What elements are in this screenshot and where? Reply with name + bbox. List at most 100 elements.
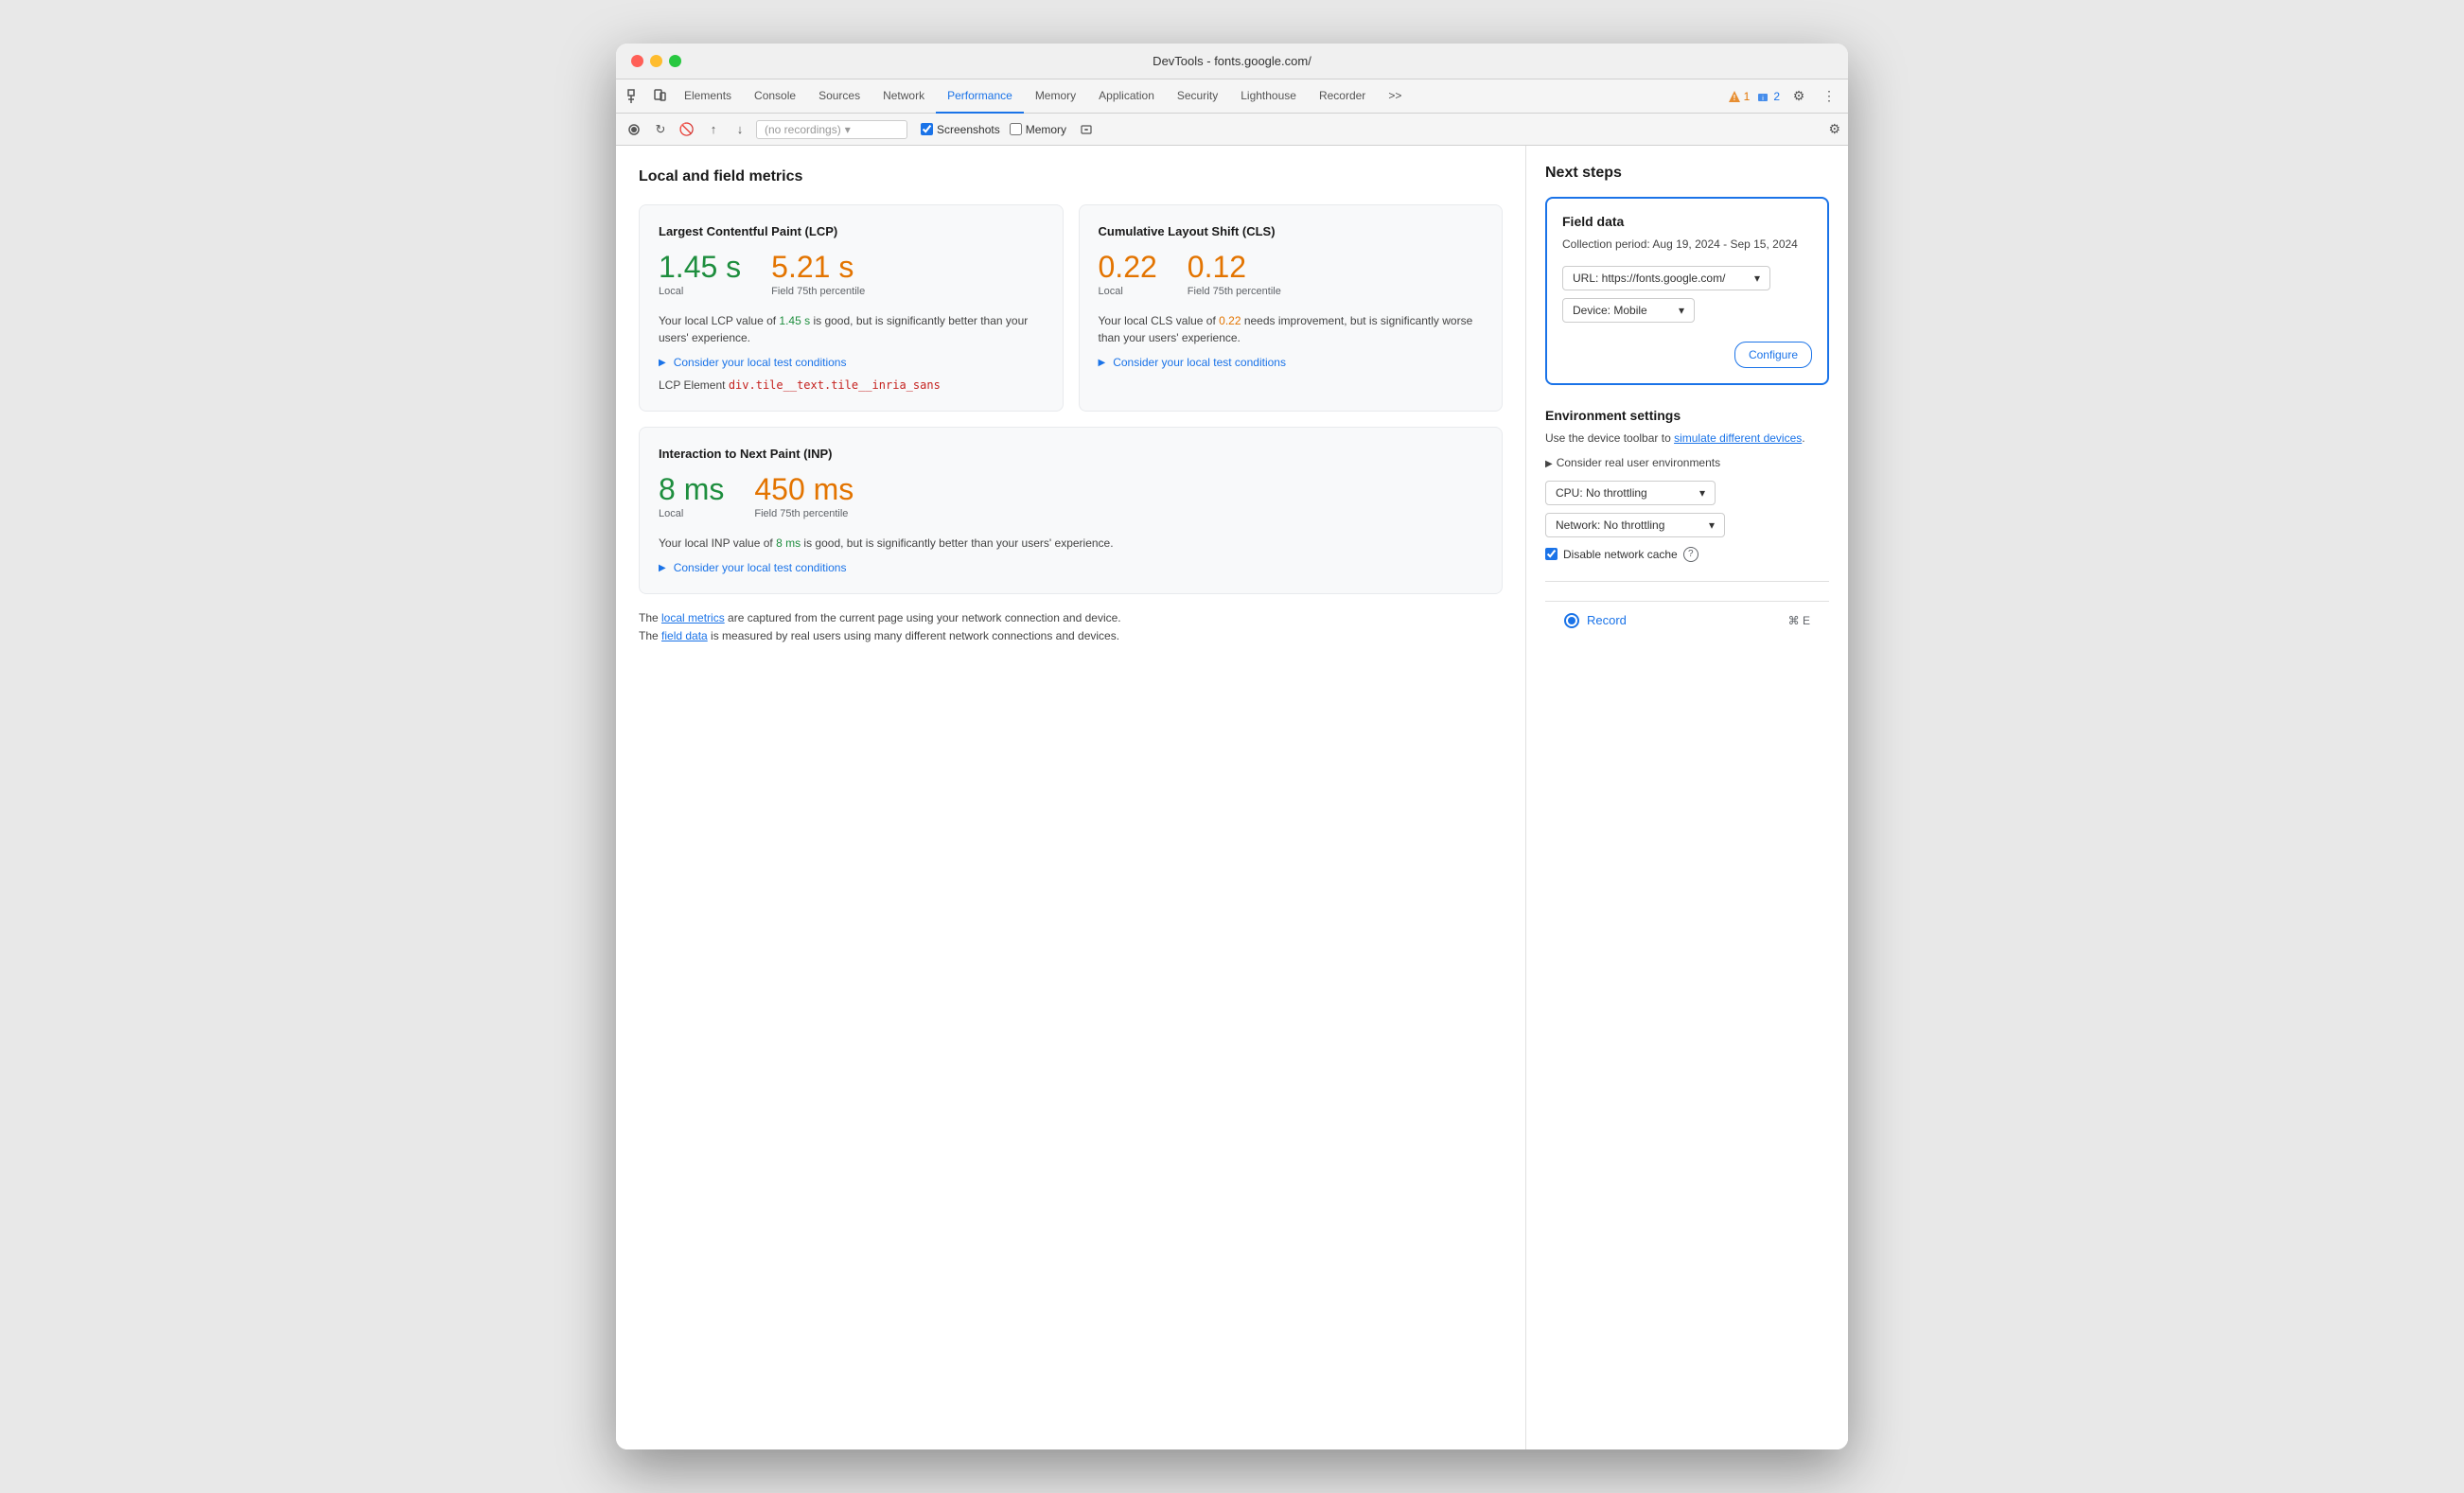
cls-local-label: Local — [1099, 286, 1157, 297]
upload-btn[interactable]: ↑ — [703, 119, 724, 140]
inp-local-label: Local — [659, 508, 724, 519]
cls-card: Cumulative Layout Shift (CLS) 0.22 Local… — [1079, 204, 1504, 412]
tab-console[interactable]: Console — [743, 79, 807, 114]
inp-field-group: 450 ms Field 75th percentile — [754, 474, 854, 519]
tab-network[interactable]: Network — [871, 79, 936, 114]
tab-application[interactable]: Application — [1087, 79, 1166, 114]
disable-cache-row: Disable network cache ? — [1545, 547, 1829, 562]
lcp-description: Your local LCP value of 1.45 s is good, … — [659, 312, 1044, 346]
footer-line2: The field data is measured by real users… — [639, 627, 1503, 645]
minimize-button[interactable] — [650, 55, 662, 67]
metrics-grid: Largest Contentful Paint (LCP) 1.45 s Lo… — [639, 204, 1503, 412]
record-circle-icon — [1564, 613, 1579, 628]
cpu-throttle-icon[interactable] — [1076, 119, 1097, 140]
record-inner-dot — [1568, 617, 1575, 624]
recording-dropdown[interactable]: (no recordings) ▾ — [756, 120, 907, 139]
configure-button[interactable]: Configure — [1734, 342, 1812, 368]
lcp-local-group: 1.45 s Local — [659, 252, 741, 297]
performance-toolbar: ↻ 🚫 ↑ ↓ (no recordings) ▾ Screenshots Me… — [616, 114, 1848, 146]
lcp-field-value: 5.21 s — [771, 252, 865, 282]
left-panel: Local and field metrics Largest Contentf… — [616, 146, 1526, 1449]
collection-period: Collection period: Aug 19, 2024 - Sep 15… — [1562, 237, 1812, 253]
nav-tabs: Elements Console Sources Network Perform… — [673, 79, 1726, 114]
configure-btn-row: Configure — [1562, 330, 1812, 368]
download-btn[interactable]: ↓ — [730, 119, 750, 140]
tab-security[interactable]: Security — [1166, 79, 1229, 114]
field-data-link[interactable]: field data — [661, 629, 708, 642]
inp-consider-link[interactable]: ▶Consider your local test conditions — [659, 561, 1483, 574]
help-icon[interactable]: ? — [1683, 547, 1698, 562]
cls-field-label: Field 75th percentile — [1188, 286, 1281, 297]
screenshots-checkbox-label[interactable]: Screenshots — [921, 123, 1000, 136]
record-bar: Record ⌘ E — [1545, 601, 1829, 640]
tab-lighthouse[interactable]: Lighthouse — [1229, 79, 1308, 114]
reload-btn[interactable]: ↻ — [650, 119, 671, 140]
close-button[interactable] — [631, 55, 643, 67]
inp-card: Interaction to Next Paint (INP) 8 ms Loc… — [639, 427, 1503, 594]
titlebar: DevTools - fonts.google.com/ — [616, 44, 1848, 79]
cls-field-value: 0.12 — [1188, 252, 1281, 282]
field-data-card: Field data Collection period: Aug 19, 20… — [1545, 197, 1829, 385]
local-metrics-link[interactable]: local metrics — [661, 611, 725, 624]
inspect-icon[interactable] — [624, 85, 646, 108]
tab-overflow[interactable]: >> — [1377, 79, 1413, 114]
record-shortcut: ⌘ E — [1788, 614, 1810, 627]
warning-badge[interactable]: ! 1 — [1728, 90, 1751, 103]
tab-elements[interactable]: Elements — [673, 79, 743, 114]
environment-settings: Environment settings Use the device tool… — [1545, 408, 1829, 562]
cls-title: Cumulative Layout Shift (CLS) — [1099, 224, 1484, 238]
main-content: Local and field metrics Largest Contentf… — [616, 146, 1848, 1449]
inp-description: Your local INP value of 8 ms is good, bu… — [659, 535, 1483, 552]
cls-consider-link[interactable]: ▶Consider your local test conditions — [1099, 356, 1484, 369]
devtools-navbar: Elements Console Sources Network Perform… — [616, 79, 1848, 114]
env-title: Environment settings — [1545, 408, 1829, 423]
right-panel: Next steps Field data Collection period:… — [1526, 146, 1848, 1449]
devtools-window: DevTools - fonts.google.com/ Elements Co… — [616, 44, 1848, 1449]
env-description: Use the device toolbar to simulate diffe… — [1545, 430, 1829, 447]
lcp-element-value: div.tile__text.tile__inria_sans — [729, 378, 941, 392]
next-steps-title: Next steps — [1545, 165, 1829, 182]
maximize-button[interactable] — [669, 55, 681, 67]
network-dropdown[interactable]: Network: No throttling ▾ — [1545, 513, 1725, 537]
nav-right-controls: ! 1 i 2 ⚙ ⋮ — [1728, 85, 1840, 108]
simulate-devices-link[interactable]: simulate different devices — [1674, 431, 1802, 445]
page-title: Local and field metrics — [639, 168, 1503, 185]
lcp-consider-link[interactable]: ▶Consider your local test conditions — [659, 356, 1044, 369]
network-dropdown-row: Network: No throttling ▾ — [1545, 513, 1829, 537]
url-dropdown-row: URL: https://fonts.google.com/ ▾ — [1562, 266, 1812, 290]
clear-btn[interactable]: 🚫 — [677, 119, 697, 140]
lcp-field-group: 5.21 s Field 75th percentile — [771, 252, 865, 297]
info-badge[interactable]: i 2 — [1757, 90, 1780, 103]
device-dropdown[interactable]: Device: Mobile ▾ — [1562, 298, 1695, 323]
disable-cache-checkbox[interactable] — [1545, 548, 1558, 560]
device-icon[interactable] — [648, 85, 671, 108]
cpu-dropdown-row: CPU: No throttling ▾ — [1545, 481, 1829, 505]
lcp-values: 1.45 s Local 5.21 s Field 75th percentil… — [659, 252, 1044, 297]
footer-line1: The local metrics are captured from the … — [639, 609, 1503, 627]
more-icon[interactable]: ⋮ — [1818, 85, 1840, 108]
record-toolbar-btn[interactable] — [624, 119, 644, 140]
cls-values: 0.22 Local 0.12 Field 75th percentile — [1099, 252, 1484, 297]
settings-icon[interactable]: ⚙ — [1787, 85, 1810, 108]
field-data-title: Field data — [1562, 214, 1812, 229]
tab-performance[interactable]: Performance — [936, 79, 1024, 114]
memory-checkbox-label[interactable]: Memory — [1010, 123, 1066, 136]
tab-sources[interactable]: Sources — [807, 79, 871, 114]
toolbar-settings-icon[interactable]: ⚙ — [1828, 121, 1840, 137]
lcp-card: Largest Contentful Paint (LCP) 1.45 s Lo… — [639, 204, 1064, 412]
lcp-field-label: Field 75th percentile — [771, 286, 865, 297]
footer-text: The local metrics are captured from the … — [639, 609, 1503, 645]
tab-recorder[interactable]: Recorder — [1308, 79, 1377, 114]
inp-local-value: 8 ms — [659, 474, 724, 504]
cls-local-group: 0.22 Local — [1099, 252, 1157, 297]
consider-real-env-toggle[interactable]: ▶Consider real user environments — [1545, 456, 1829, 469]
memory-checkbox[interactable] — [1010, 123, 1022, 135]
url-dropdown[interactable]: URL: https://fonts.google.com/ ▾ — [1562, 266, 1770, 290]
cpu-dropdown[interactable]: CPU: No throttling ▾ — [1545, 481, 1716, 505]
screenshots-checkbox[interactable] — [921, 123, 933, 135]
tab-memory[interactable]: Memory — [1024, 79, 1087, 114]
record-button[interactable]: Record — [1587, 613, 1627, 627]
inp-values: 8 ms Local 450 ms Field 75th percentile — [659, 474, 1483, 519]
inp-title: Interaction to Next Paint (INP) — [659, 447, 1483, 461]
checkbox-group: Screenshots Memory — [921, 119, 1097, 140]
